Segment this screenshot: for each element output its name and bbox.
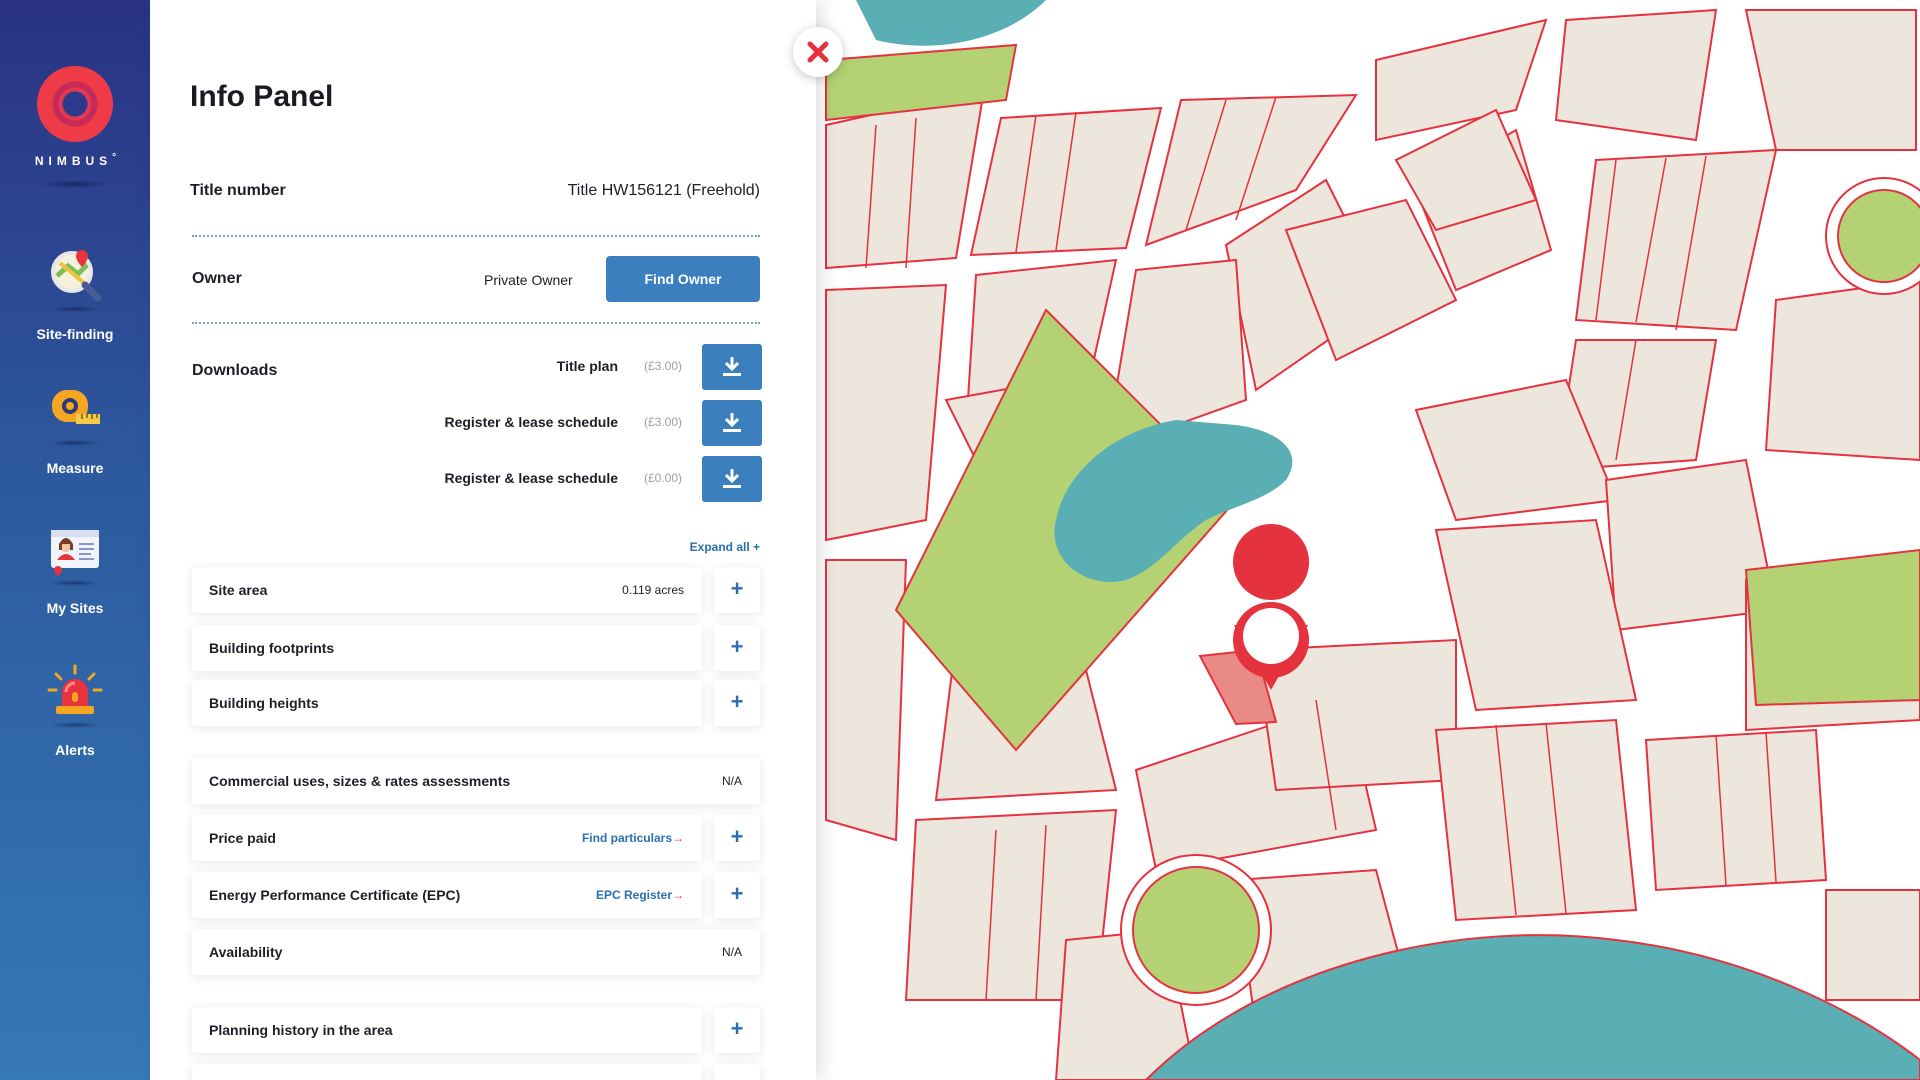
nav-shadow xyxy=(48,580,102,586)
expand-button[interactable]: + xyxy=(714,1007,760,1053)
nav-shadow xyxy=(48,440,102,446)
divider xyxy=(192,322,760,324)
section-partial[interactable] xyxy=(192,1064,702,1080)
download-price: (£0.00) xyxy=(643,471,682,485)
page-title: Info Panel xyxy=(190,80,334,113)
nav-item-site-finding[interactable]: Site-finding xyxy=(0,246,150,342)
download-name: Register & lease schedule xyxy=(444,470,618,486)
info-panel: Info Panel Title number Title HW156121 (… xyxy=(150,0,816,1080)
owner-label: Owner xyxy=(192,270,242,287)
download-button[interactable] xyxy=(702,344,762,390)
site-finding-icon xyxy=(51,250,102,302)
arrow-right-icon: → xyxy=(672,831,684,845)
download-item: Register & lease schedule (£3.00) xyxy=(300,400,762,446)
section-label: Planning history in the area xyxy=(209,1022,393,1038)
download-item: Title plan (£3.00) xyxy=(300,344,762,390)
download-button[interactable] xyxy=(702,400,762,446)
section-label: Commercial uses, sizes & rates assessmen… xyxy=(209,773,511,789)
nav-label-measure: Measure xyxy=(46,460,104,476)
section-availability: Availability N/A xyxy=(192,929,760,975)
download-name: Register & lease schedule xyxy=(444,414,618,430)
owner-row: Owner Private Owner Find Owner xyxy=(192,256,760,304)
profile-card-icon xyxy=(51,530,99,576)
section-building-footprints[interactable]: Building footprints xyxy=(192,625,702,671)
section-building-heights[interactable]: Building heights xyxy=(192,680,702,726)
brand-mark: ° xyxy=(112,152,122,163)
expand-button[interactable]: + xyxy=(714,567,760,613)
tape-measure-icon xyxy=(52,390,100,424)
roundabout-park xyxy=(1132,866,1260,994)
section-planning-history[interactable]: Planning history in the area xyxy=(192,1007,702,1053)
owner-value: Private Owner xyxy=(484,272,573,288)
download-item: Register & lease schedule (£0.00) xyxy=(300,456,762,502)
find-particulars-link[interactable]: Find particulars→ xyxy=(582,831,684,845)
download-price: (£3.00) xyxy=(643,359,682,373)
nav-item-measure[interactable]: Measure xyxy=(0,380,150,476)
title-number-value: Title HW156121 (Freehold) xyxy=(567,182,760,199)
download-price: (£3.00) xyxy=(643,415,682,429)
roundabout-park xyxy=(1837,189,1920,283)
nimbus-logo-icon xyxy=(37,66,113,142)
download-icon xyxy=(723,413,741,432)
nav-label-alerts: Alerts xyxy=(55,742,95,758)
brand-name: NIMBUS xyxy=(34,154,113,168)
title-number-row: Title number Title HW156121 (Freehold) xyxy=(190,182,760,206)
expand-button[interactable] xyxy=(714,1064,760,1080)
section-value: 0.119 acres xyxy=(622,583,684,597)
siren-icon xyxy=(47,664,103,714)
download-icon xyxy=(723,357,741,376)
section-label: Energy Performance Certificate (EPC) xyxy=(209,887,461,903)
downloads-label: Downloads xyxy=(192,362,278,379)
download-name: Title plan xyxy=(556,358,618,374)
arrow-right-icon: → xyxy=(672,888,684,902)
close-panel-button[interactable] xyxy=(793,27,843,77)
expand-button[interactable]: + xyxy=(714,680,760,726)
divider xyxy=(192,235,760,237)
logo-shadow xyxy=(40,180,110,188)
park xyxy=(1744,548,1920,707)
find-owner-button[interactable]: Find Owner xyxy=(606,256,760,302)
expand-button[interactable]: + xyxy=(714,625,760,671)
close-icon xyxy=(807,41,829,63)
expand-button[interactable]: + xyxy=(714,872,760,918)
section-value: N/A xyxy=(721,774,742,788)
title-number-label: Title number xyxy=(190,182,286,199)
expand-all-link[interactable]: Expand all + xyxy=(690,540,760,554)
nav-label-site-finding: Site-finding xyxy=(36,326,114,342)
expand-button[interactable]: + xyxy=(714,815,760,861)
section-label: Building footprints xyxy=(209,640,335,656)
section-epc[interactable]: Energy Performance Certificate (EPC) EPC… xyxy=(192,872,702,918)
section-price-paid[interactable]: Price paid Find particulars→ xyxy=(192,815,702,861)
download-icon xyxy=(723,469,741,488)
nav-item-alerts[interactable]: Alerts xyxy=(0,662,150,758)
section-label: Site area xyxy=(209,582,268,598)
section-label: Availability xyxy=(209,944,283,960)
brand-logo[interactable]: NIMBUS° xyxy=(0,66,150,188)
section-site-area[interactable]: Site area 0.119 acres xyxy=(192,567,702,613)
section-value: N/A xyxy=(721,945,742,959)
download-button[interactable] xyxy=(702,456,762,502)
nav-shadow xyxy=(48,722,102,728)
section-label: Building heights xyxy=(209,695,319,711)
map-view[interactable] xyxy=(816,0,1920,1080)
link-text: EPC Register xyxy=(595,888,672,902)
section-commercial-uses: Commercial uses, sizes & rates assessmen… xyxy=(192,758,760,804)
nav-item-my-sites[interactable]: My Sites xyxy=(0,520,150,616)
nav-label-my-sites: My Sites xyxy=(46,600,104,616)
sidebar: NIMBUS° Site-finding Measure My Sites Al… xyxy=(0,0,150,1080)
section-label: Price paid xyxy=(209,830,276,846)
epc-register-link[interactable]: EPC Register→ xyxy=(596,888,684,902)
nav-shadow xyxy=(48,306,102,312)
link-text: Find particulars xyxy=(581,831,672,845)
